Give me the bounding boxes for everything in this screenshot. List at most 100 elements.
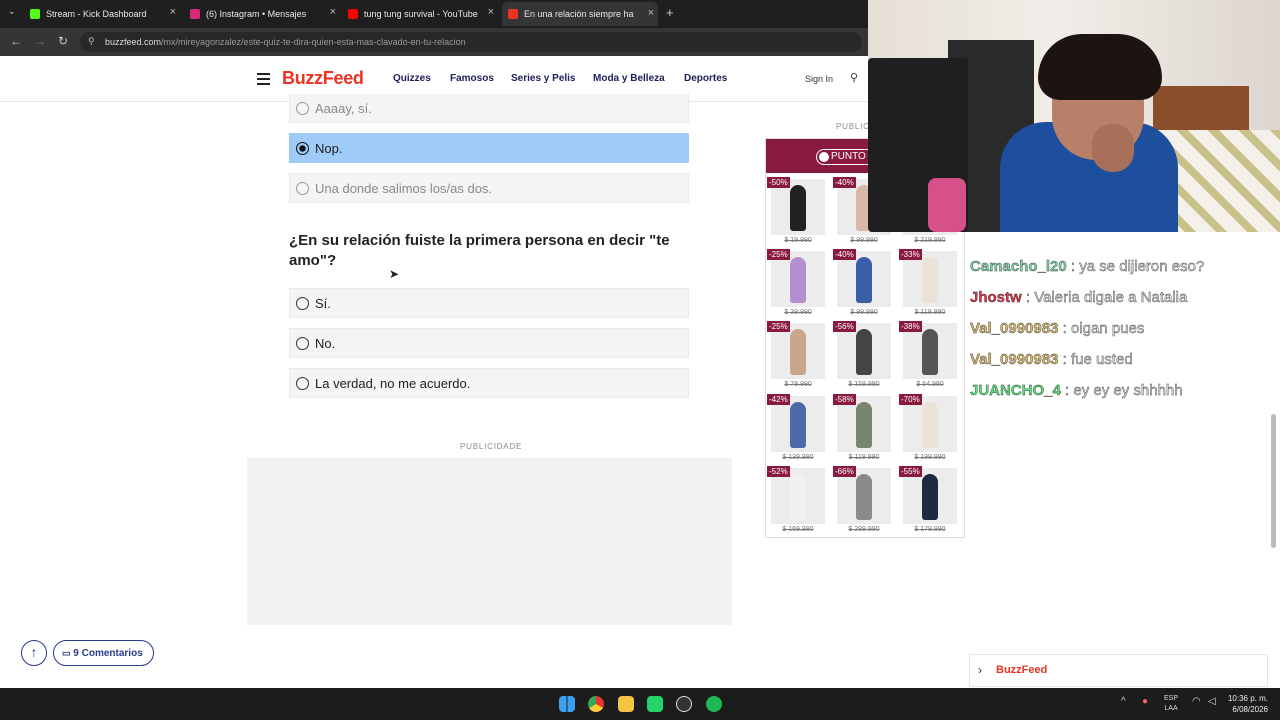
system-clock[interactable]: 10:36 p. m. 6/08/2026 (1222, 693, 1268, 715)
ad-placeholder[interactable] (247, 458, 732, 625)
product-figure (856, 474, 872, 520)
streamer-hair (1038, 34, 1162, 100)
chat-text: : oigan pues (1062, 320, 1145, 337)
discount-badge: -55% (899, 466, 922, 477)
streamer-hand (1092, 124, 1134, 172)
product-card[interactable]: -50% $ 19.990 (767, 177, 829, 247)
tab-instagram[interactable]: (6) Instagram • Mensajes × (190, 4, 340, 24)
nav-deportes[interactable]: Deportes (684, 73, 727, 84)
product-price: $ 139.990 (782, 454, 814, 461)
product-card[interactable]: -38% $ 64.990 (899, 321, 961, 391)
wifi-icon[interactable]: ◠ (1192, 697, 1201, 707)
product-card[interactable]: -52% $ 169.990 (767, 466, 829, 536)
taskbar: ^ ● ESP LAA ◠ ◁ 10:36 p. m. 6/08/2026 (0, 688, 1280, 720)
option-label: Una donde salimos los/as dos. (315, 180, 493, 196)
file-explorer-icon[interactable] (618, 696, 634, 712)
obs-icon[interactable] (676, 696, 692, 712)
product-card[interactable]: -66% $ 289.990 (833, 466, 895, 536)
region-code: LAA (1164, 705, 1178, 712)
chevron-right-icon[interactable]: › (978, 663, 982, 677)
spotify-icon[interactable] (706, 696, 722, 712)
new-tab-button[interactable]: + (666, 5, 674, 20)
discount-badge: -52% (767, 466, 790, 477)
nav-famosos[interactable]: Famosos (450, 73, 494, 84)
quiz-option[interactable]: No. (289, 328, 689, 358)
buzzfeed-widget[interactable]: › BuzzFeed (969, 654, 1268, 687)
product-card[interactable]: -55% $ 179.990 (899, 466, 961, 536)
product-card[interactable]: -70% $ 199.990 (899, 394, 961, 464)
quiz-option[interactable]: Una donde salimos los/as dos. (289, 173, 689, 203)
forward-icon[interactable]: → (34, 34, 46, 48)
quiz-option[interactable]: La verdad, no me acuerdo. (289, 368, 689, 398)
nav-moda-y-belleza[interactable]: Moda y Belleza (593, 73, 665, 84)
site-info-icon[interactable]: ⚲ (88, 36, 95, 47)
radio-icon (296, 181, 309, 195)
product-price: $ 119.990 (848, 454, 880, 461)
option-label: La verdad, no me acuerdo. (315, 375, 471, 391)
product-card[interactable]: -25% $ 79.990 (767, 321, 829, 391)
option-label: No. (315, 335, 336, 351)
chat-username: Jhostw (970, 289, 1022, 306)
tab-search-icon[interactable]: ⌄ (8, 6, 16, 17)
discount-badge: -38% (899, 321, 922, 332)
microphone-icon[interactable]: ● (1142, 697, 1148, 707)
sign-in-link[interactable]: Sign In (805, 74, 833, 84)
tab-youtube[interactable]: tung tung survival - YouTube × (348, 4, 498, 24)
youtube-icon (348, 9, 358, 19)
back-icon[interactable]: ← (10, 34, 22, 48)
quiz-option[interactable]: Aaaay, sí. (289, 94, 689, 123)
search-icon[interactable]: ⚲ (850, 71, 858, 84)
product-price: $ 159.990 (848, 381, 880, 388)
chrome-icon[interactable] (588, 696, 604, 712)
clock-time: 10:36 p. m. (1227, 694, 1268, 703)
product-card[interactable]: -40% $ 99.990 (833, 249, 895, 319)
discount-badge: -66% (833, 466, 856, 477)
tray-chevron-icon[interactable]: ^ (1121, 697, 1126, 707)
reload-icon[interactable]: ↻ (58, 34, 68, 48)
chat-message: JUANCHO_4 : ey ey ey shhhhh (970, 382, 1183, 399)
scroll-to-top-button[interactable]: ↑ (21, 640, 47, 666)
product-card[interactable]: -56% $ 159.990 (833, 321, 895, 391)
screen: ⌄ Stream - Kick Dashboard × (6) Instagra… (0, 0, 1280, 720)
chat-message: Val_0990983 : fue usted (970, 351, 1133, 368)
punto-logo: PUNTO (816, 149, 876, 165)
product-price: $ 99.990 (850, 309, 878, 316)
close-tab-icon[interactable]: × (330, 6, 336, 18)
tab-title: tung tung survival - YouTube (364, 9, 478, 19)
comments-button[interactable]: ▭ 9 Comentarios (53, 640, 154, 666)
buzzfeed-logo[interactable]: BuzzFeed (282, 68, 364, 89)
windows-start-icon[interactable] (559, 696, 575, 712)
discount-badge: -40% (833, 249, 856, 260)
product-price: $ 39.990 (784, 309, 812, 316)
chat-username: Val_0990983 (970, 320, 1059, 337)
chat-text: : ey ey ey shhhhh (1065, 382, 1183, 399)
volume-icon[interactable]: ◁ (1208, 697, 1216, 707)
quiz-option[interactable]: Sí. (289, 288, 689, 318)
product-card[interactable]: -33% $ 119.990 (899, 249, 961, 319)
close-tab-icon[interactable]: × (488, 6, 494, 18)
product-price: $ 99.990 (850, 237, 878, 244)
shelf (1153, 86, 1249, 134)
tab-kick[interactable]: Stream - Kick Dashboard × (30, 4, 180, 24)
product-card[interactable]: -42% $ 139.990 (767, 394, 829, 464)
whatsapp-icon[interactable] (647, 696, 663, 712)
url-input[interactable]: ⚲ buzzfeed.com/mx/mireyagonzalez/este-qu… (80, 32, 862, 52)
nav-series-y-pelis[interactable]: Series y Pelis (511, 73, 576, 84)
chat-username: JUANCHO_4 (970, 382, 1061, 399)
close-tab-icon[interactable]: × (648, 7, 654, 19)
product-figure (856, 329, 872, 375)
product-card[interactable]: -25% $ 39.990 (767, 249, 829, 319)
tab-buzzfeed-active[interactable]: En una relación siempre hay un × (502, 2, 658, 26)
page-scrollbar[interactable] (1271, 414, 1276, 548)
chat-text: : Valeria digale a Natalia (1025, 289, 1188, 306)
address-bar-row: ← → ↻ ⚲ buzzfeed.com/mx/mireyagonzalez/e… (0, 28, 868, 56)
close-tab-icon[interactable]: × (170, 6, 176, 18)
menu-icon[interactable] (257, 73, 270, 88)
discount-badge: -40% (833, 177, 856, 188)
option-label: Sí. (315, 295, 331, 311)
quiz-option-selected[interactable]: Nop. (289, 133, 689, 163)
nav-quizzes[interactable]: Quizzes (393, 73, 431, 84)
product-card[interactable]: -58% $ 119.990 (833, 394, 895, 464)
language-indicator[interactable]: ESP LAA (1164, 694, 1178, 714)
comment-icon: ▭ (62, 648, 71, 658)
